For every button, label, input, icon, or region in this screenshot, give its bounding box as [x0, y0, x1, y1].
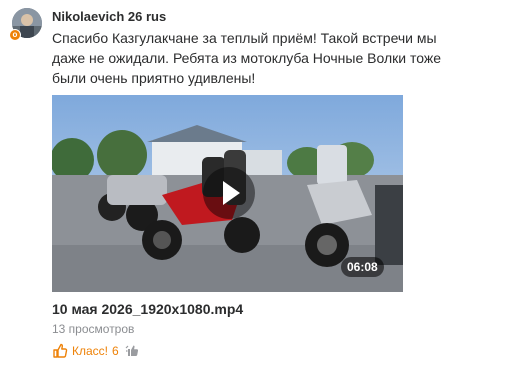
video-player[interactable]: 06:08 [52, 95, 403, 292]
thumb-up-icon [53, 343, 68, 358]
play-button[interactable] [203, 167, 255, 219]
author-name[interactable]: Nikolaevich 26 rus [52, 9, 166, 24]
like-count: 6 [112, 344, 119, 358]
video-duration: 06:08 [341, 257, 384, 277]
like-button[interactable]: Класс! 6 [52, 342, 141, 360]
view-count: 13 просмотров [52, 322, 135, 336]
like-label: Класс! [72, 344, 108, 358]
post-text: Спасибо Казгулакчане за теплый приём! Та… [52, 30, 441, 86]
video-title[interactable]: 10 мая 2026_1920x1080.mp4 [52, 301, 243, 317]
ok-badge-icon: o [9, 29, 21, 41]
share-icon[interactable] [125, 343, 141, 359]
